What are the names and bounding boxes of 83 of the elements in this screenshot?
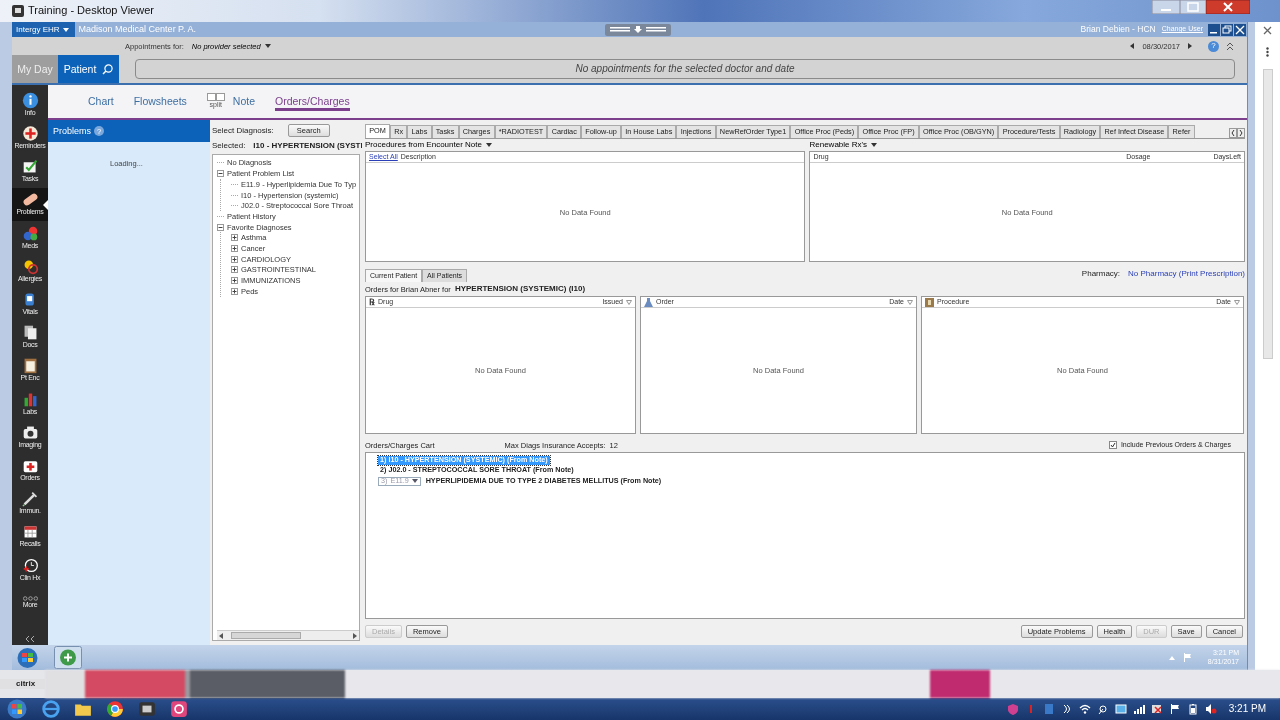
expand-box-icon[interactable] bbox=[231, 244, 238, 252]
view-tab[interactable]: Orders/Charges bbox=[275, 92, 350, 111]
section-dropdown[interactable]: Renewable Rx's bbox=[809, 139, 1245, 151]
filter-icon[interactable] bbox=[907, 299, 913, 305]
collapse-box-icon[interactable] bbox=[217, 170, 224, 178]
help-button[interactable]: ? bbox=[1208, 40, 1219, 52]
grip-icon bbox=[610, 26, 667, 33]
caret-icon bbox=[264, 44, 271, 48]
section-dropdown[interactable]: Procedures from Encounter Note bbox=[365, 139, 806, 151]
practice-name: Madison Medical Center P. A. bbox=[78, 24, 196, 35]
expand-box-icon[interactable] bbox=[231, 287, 238, 295]
flag-icon[interactable] bbox=[1168, 703, 1181, 715]
pharmacy-link[interactable]: No Pharmacy (Print Prescription) bbox=[1128, 269, 1245, 279]
expand-box-icon[interactable] bbox=[231, 266, 238, 274]
rx-symbol: ℞ bbox=[369, 296, 375, 308]
collapse-sidebar-icon[interactable] bbox=[25, 636, 35, 642]
split-view-icon bbox=[206, 93, 225, 102]
view-tab[interactable]: Chart bbox=[88, 95, 114, 108]
horizontal-scrollbar[interactable] bbox=[217, 630, 359, 640]
battery-icon[interactable] bbox=[1186, 703, 1199, 715]
more-options-icon[interactable] bbox=[1266, 47, 1269, 57]
window-icon[interactable] bbox=[138, 700, 156, 718]
scroll-left-icon[interactable] bbox=[219, 632, 223, 639]
filter-icon[interactable] bbox=[626, 299, 632, 305]
shield-icon[interactable] bbox=[1006, 703, 1019, 715]
restore-button[interactable] bbox=[1221, 23, 1233, 36]
field-label: Selected: bbox=[212, 141, 246, 151]
signal-icon[interactable] bbox=[1132, 703, 1145, 715]
caret-icon bbox=[62, 27, 69, 32]
next-date-icon[interactable] bbox=[1188, 43, 1192, 49]
network-error-icon[interactable] bbox=[1150, 703, 1163, 715]
view-tab[interactable]: Flowsheets bbox=[133, 95, 187, 108]
flask-icon bbox=[644, 297, 653, 307]
diagnosis-name: HYPERTENSION (SYSTEMIC) (I10) bbox=[454, 284, 586, 294]
start-orb-icon[interactable] bbox=[15, 646, 40, 669]
close-icon[interactable] bbox=[1263, 26, 1272, 35]
appointments-message: No appointments for the selected doctor and date bbox=[135, 59, 1235, 79]
collapse-icon[interactable] bbox=[1227, 41, 1233, 51]
user-name: Brian Debien - HCN bbox=[1080, 24, 1156, 35]
browser-icon[interactable] bbox=[42, 700, 60, 718]
scroll-right-icon[interactable] bbox=[1237, 128, 1245, 138]
expand-box-icon[interactable] bbox=[231, 255, 238, 263]
caret-icon bbox=[485, 143, 492, 147]
app-icon[interactable] bbox=[170, 700, 188, 718]
expand-box-icon[interactable] bbox=[231, 277, 238, 284]
cross-icon bbox=[21, 125, 39, 143]
app-icon bbox=[12, 5, 24, 17]
search-icon[interactable] bbox=[102, 63, 113, 75]
panel-title: Problems bbox=[53, 125, 91, 137]
info-icon bbox=[21, 91, 39, 109]
citrix-logo: citrix bbox=[0, 679, 45, 689]
close-button[interactable] bbox=[1206, 0, 1250, 14]
filter-icon[interactable] bbox=[1234, 299, 1240, 305]
checkmark-icon bbox=[1109, 442, 1116, 448]
mode-tab[interactable]: Patient bbox=[58, 55, 102, 83]
wifi-icon[interactable] bbox=[1078, 703, 1091, 715]
clock-icon bbox=[21, 556, 39, 574]
previous-date-icon[interactable] bbox=[1130, 43, 1135, 49]
ellipsis-icon bbox=[22, 595, 38, 601]
label-icon bbox=[925, 297, 934, 307]
scroll-right-icon[interactable] bbox=[353, 632, 357, 639]
start-button[interactable] bbox=[6, 699, 28, 719]
muted-speaker-icon[interactable] bbox=[1204, 703, 1217, 715]
document-icon[interactable] bbox=[1042, 703, 1055, 715]
syringe-icon bbox=[21, 490, 39, 508]
browser-icon[interactable] bbox=[106, 700, 124, 718]
minimize-button[interactable] bbox=[1208, 23, 1220, 36]
caret-icon bbox=[871, 143, 878, 147]
monitor-icon[interactable] bbox=[1114, 703, 1127, 715]
view-tab[interactable]: Note bbox=[232, 95, 255, 108]
scroll-left-icon[interactable] bbox=[1229, 128, 1237, 138]
pills-icon bbox=[21, 224, 39, 242]
vertical-scrollbar[interactable] bbox=[1262, 69, 1273, 359]
clock-time: 3:21 PM bbox=[1228, 703, 1266, 715]
field-label: Select Diagnosis: bbox=[212, 125, 274, 136]
selected-diagnosis: I10 - HYPERTENSION (SYSTI bbox=[253, 141, 363, 151]
expand-box-icon[interactable] bbox=[231, 234, 238, 242]
caret-icon bbox=[411, 479, 418, 484]
window-title: Training - Desktop Viewer bbox=[28, 4, 154, 18]
collapse-box-icon[interactable] bbox=[217, 223, 224, 231]
field-label: Pharmacy: bbox=[1081, 269, 1121, 279]
toolbar-handle[interactable] bbox=[605, 23, 672, 36]
product-menu[interactable]: Intergy EHR bbox=[12, 22, 75, 37]
